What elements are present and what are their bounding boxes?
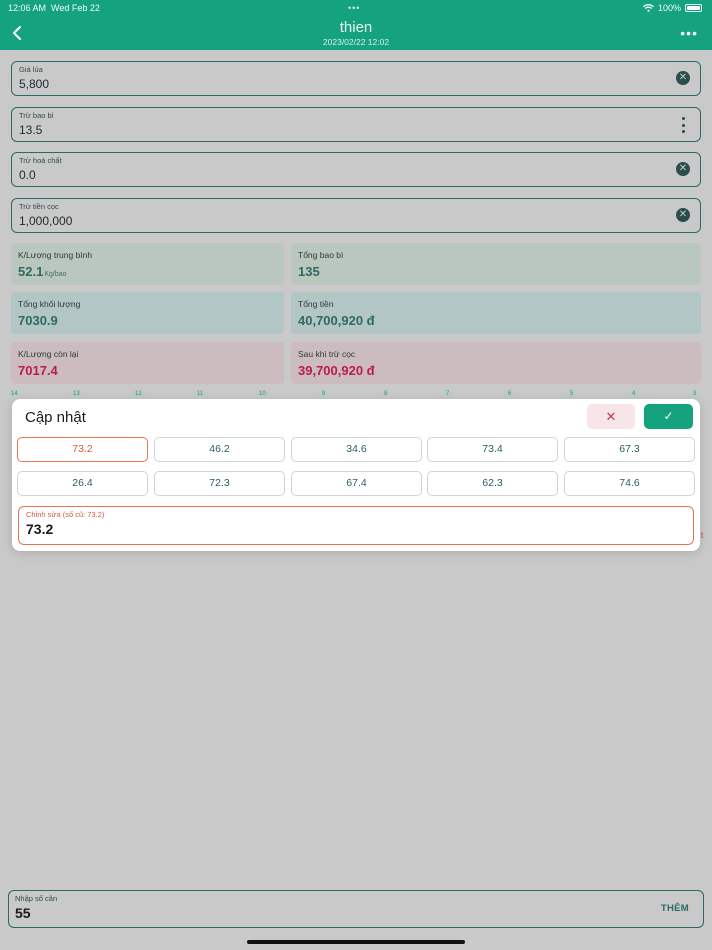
card-value: 7017.4 [18, 363, 58, 378]
kebab-menu-icon[interactable] [682, 117, 686, 133]
status-time: 12:06 AM Wed Feb 22 [8, 3, 100, 13]
clear-icon[interactable]: ✕ [676, 71, 690, 85]
page-subtitle: 2023/02/22 12:02 [322, 37, 390, 47]
after-deposit-card: Sau khi trừ cọc 39,700,920 đ [291, 342, 701, 384]
status-date: Wed Feb 22 [51, 3, 100, 13]
card-label: K/Lượng trung bình [18, 250, 93, 260]
more-menu-icon[interactable]: ••• [680, 25, 698, 41]
status-clock: 12:06 AM [8, 3, 47, 13]
home-indicator[interactable] [247, 940, 465, 944]
field-value[interactable]: 0.0 [19, 168, 36, 182]
card-label: Tổng bao bì [298, 250, 344, 260]
entry-label: Nhập số cân [15, 894, 58, 903]
entry-value[interactable]: 55 [15, 905, 31, 921]
weight-option[interactable]: 72.3 [154, 471, 285, 496]
clear-icon[interactable]: ✕ [676, 208, 690, 222]
field-value[interactable]: 1,000,000 [19, 214, 72, 228]
average-weight-value: 52.1 [18, 264, 44, 279]
weight-option[interactable]: 67.4 [291, 471, 422, 496]
field-label: Giá lúa [19, 65, 43, 74]
entry-index: 3 [690, 391, 700, 397]
card-value: 39,700,920 đ [298, 363, 375, 378]
entry-index: 6 [505, 391, 515, 397]
entry-index: 12 [132, 391, 145, 397]
weight-option[interactable]: 26.4 [17, 471, 148, 496]
card-value: 7030.9 [18, 313, 58, 328]
card-label: K/Lượng còn lại [18, 349, 79, 359]
total-bags-card: Tổng bao bì 135 [291, 243, 701, 285]
bag-deduction-field[interactable]: Trừ bao bì 13.5 [11, 107, 701, 142]
card-label: Tổng tiền [298, 299, 334, 309]
deposit-deduction-field[interactable]: Trừ tiền cọc 1,000,000 ✕ [11, 198, 701, 233]
field-label: Trừ tiền cọc [19, 202, 59, 211]
weight-entry-field[interactable]: Nhập số cân 55 THÊM [8, 890, 704, 928]
field-label: Trừ hoá chất [19, 156, 62, 165]
weight-option[interactable]: 73.4 [427, 437, 558, 462]
entry-index: 11 [194, 391, 207, 397]
weight-option[interactable]: 67.3 [564, 437, 695, 462]
total-weight-card: Tổng khối lượng 7030.9 [11, 292, 284, 334]
entry-index: 13 [70, 391, 83, 397]
clear-icon[interactable]: ✕ [676, 162, 690, 176]
add-button[interactable]: THÊM [661, 903, 689, 914]
entry-index: 9 [319, 391, 329, 397]
entry-index: 10 [256, 391, 269, 397]
edge-fragment: t [701, 531, 704, 540]
card-value: 135 [298, 264, 320, 279]
field-label: Trừ bao bì [19, 111, 54, 120]
field-value[interactable]: 5,800 [19, 77, 49, 91]
card-value: 52.1Kg/bao [18, 264, 67, 279]
wifi-icon [643, 4, 654, 12]
chemical-deduction-field[interactable]: Trừ hoá chất 0.0 ✕ [11, 152, 701, 187]
confirm-button[interactable]: ✓ [644, 404, 693, 429]
remaining-weight-card: K/Lượng còn lại 7017.4 [11, 342, 284, 384]
card-label: Tổng khối lượng [18, 299, 81, 309]
edit-field-value[interactable]: 73.2 [26, 521, 53, 537]
multitask-dots[interactable]: ••• [348, 3, 360, 13]
update-dialog: Cập nhật ✕ ✓ 73.2 46.2 34.6 73.4 67.3 26… [12, 399, 700, 551]
edit-field-label: Chỉnh sửa (số cũ: 73.2) [26, 510, 105, 519]
entry-index: 7 [443, 391, 453, 397]
status-right: 100% [643, 3, 702, 13]
total-money-card: Tổng tiền 40,700,920 đ [291, 292, 701, 334]
field-value[interactable]: 13.5 [19, 123, 42, 137]
weight-unit: Kg/bao [44, 271, 67, 278]
battery-icon [685, 4, 702, 12]
entry-index: 14 [8, 391, 21, 397]
card-label: Sau khi trừ cọc [298, 349, 356, 359]
weight-option[interactable]: 34.6 [291, 437, 422, 462]
card-value: 40,700,920 đ [298, 313, 375, 328]
page-title: thien [339, 19, 373, 36]
weight-option[interactable]: 74.6 [564, 471, 695, 496]
entry-index: 8 [381, 391, 391, 397]
weight-option[interactable]: 62.3 [427, 471, 558, 496]
entry-index: 4 [629, 391, 639, 397]
dialog-title: Cập nhật [25, 409, 86, 426]
cancel-button[interactable]: ✕ [587, 404, 635, 429]
weight-option-selected[interactable]: 73.2 [17, 437, 148, 462]
app-header: 12:06 AM Wed Feb 22 ••• 100% thien 2023/… [0, 0, 712, 50]
edit-weight-field[interactable]: Chỉnh sửa (số cũ: 73.2) 73.2 [18, 506, 694, 545]
average-weight-card: K/Lượng trung bình 52.1Kg/bao [11, 243, 284, 285]
weight-option[interactable]: 46.2 [154, 437, 285, 462]
entry-index: 5 [567, 391, 577, 397]
rice-price-field[interactable]: Giá lúa 5,800 ✕ [11, 61, 701, 96]
battery-percent: 100% [657, 3, 681, 13]
